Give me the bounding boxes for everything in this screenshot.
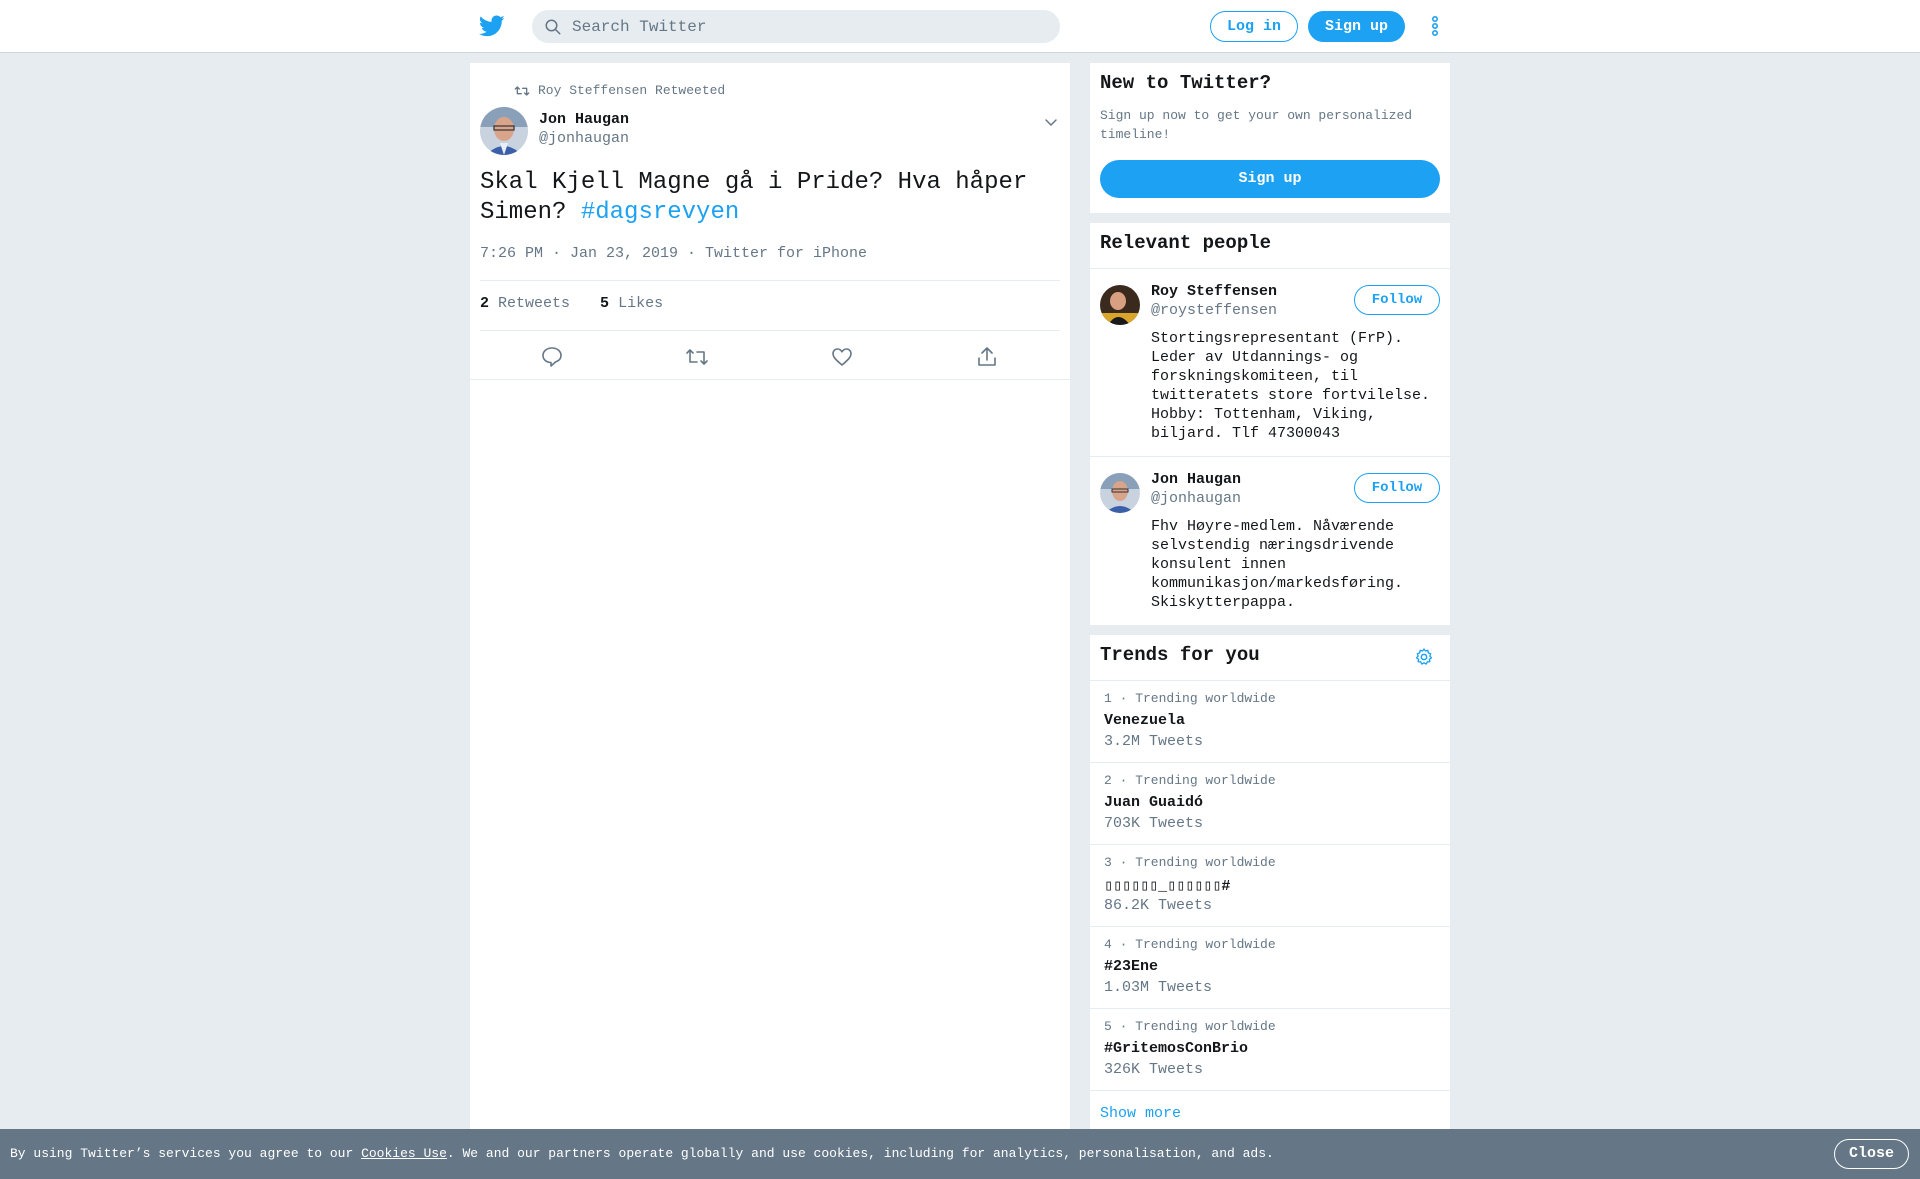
trend-count: 326K Tweets: [1104, 1061, 1204, 1078]
avatar[interactable]: [480, 107, 528, 155]
person-name[interactable]: Roy Steffensen: [1151, 283, 1277, 300]
person-card[interactable]: Roy Steffensen @roysteffensen Follow Sto…: [1090, 269, 1450, 457]
trend-rank: 3 · Trending worldwide: [1104, 855, 1276, 870]
person-name[interactable]: Jon Haugan: [1151, 471, 1241, 488]
trend-rank: 2 · Trending worldwide: [1104, 773, 1276, 788]
retweets-stat[interactable]: 2 Retweets: [480, 295, 570, 312]
person-handle[interactable]: @roysteffensen: [1151, 302, 1277, 319]
search-bar[interactable]: [532, 10, 1060, 43]
avatar[interactable]: [1100, 285, 1140, 325]
trend-item[interactable]: 4 · Trending worldwide #23Ene 1.03M Twee…: [1090, 927, 1450, 1009]
retweet-context: Roy Steffensen Retweeted: [514, 83, 725, 98]
tweet-body: Skal Kjell Magne gå i Pride? Hva håper S…: [480, 169, 1028, 226]
like-heart-icon[interactable]: [830, 345, 854, 369]
trend-count: 703K Tweets: [1104, 815, 1204, 832]
trend-item[interactable]: 2 · Trending worldwide Juan Guaidó 703K …: [1090, 763, 1450, 845]
retweeted-by-text[interactable]: Roy Steffensen Retweeted: [538, 83, 725, 98]
cookie-banner: By using Twitter’s services you agree to…: [0, 1129, 1920, 1179]
trend-item[interactable]: 3 · Trending worldwide ▯▯▯▯▯▯_▯▯▯▯▯▯# 86…: [1090, 845, 1450, 927]
signup-button-large[interactable]: Sign up: [1100, 160, 1440, 198]
trend-count: 3.2M Tweets: [1104, 733, 1204, 750]
trends-panel: Trends for you 1 · Trending worldwide Ve…: [1090, 635, 1450, 1135]
search-icon: [545, 19, 561, 35]
share-icon[interactable]: [975, 345, 999, 369]
likes-label: Likes: [618, 295, 664, 312]
trend-name[interactable]: Juan Guaidó: [1104, 794, 1203, 811]
tweet-timestamp[interactable]: 7:26 PM · Jan 23, 2019 · Twitter for iPh…: [480, 245, 867, 262]
person-handle[interactable]: @jonhaugan: [1151, 490, 1241, 507]
person-bio: Fhv Høyre-medlem. Nåværende selvstendig …: [1151, 518, 1404, 611]
top-navbar: Log in Sign up: [0, 0, 1920, 53]
cookie-message: By using Twitter’s services you agree to…: [10, 1146, 1274, 1161]
tweet-text: Skal Kjell Magne gå i Pride? Hva håper S…: [480, 168, 1050, 228]
panel-subtitle: Sign up now to get your own personalized…: [1100, 108, 1413, 142]
retweet-action-icon[interactable]: [685, 345, 709, 369]
trend-item[interactable]: 5 · Trending worldwide #GritemosConBrio …: [1090, 1009, 1450, 1091]
show-more-link[interactable]: Show more: [1100, 1105, 1181, 1122]
cookie-text-after: . We and our partners operate globally a…: [446, 1146, 1274, 1161]
trend-name[interactable]: ▯▯▯▯▯▯_▯▯▯▯▯▯#: [1104, 876, 1230, 895]
author-name[interactable]: Jon Haugan: [539, 111, 629, 128]
trend-item[interactable]: 1 · Trending worldwide Venezuela 3.2M Tw…: [1090, 681, 1450, 763]
trend-name[interactable]: Venezuela: [1104, 712, 1185, 729]
follow-button[interactable]: Follow: [1354, 473, 1440, 503]
tweet-actions: [470, 345, 1070, 375]
search-input[interactable]: [572, 10, 1042, 43]
hashtag-link[interactable]: #dagsrevyen: [581, 199, 739, 226]
login-button[interactable]: Log in: [1210, 11, 1298, 42]
person-card[interactable]: Jon Haugan @jonhaugan Follow Fhv Høyre-m…: [1090, 457, 1450, 625]
panel-title: New to Twitter?: [1100, 72, 1272, 94]
more-options-icon[interactable]: [1426, 15, 1444, 37]
reply-icon[interactable]: [540, 345, 564, 369]
author-handle[interactable]: @jonhaugan: [539, 130, 629, 147]
likes-stat[interactable]: 5 Likes: [600, 295, 663, 312]
avatar[interactable]: [1100, 473, 1140, 513]
tweet-stats: 2 Retweets 5 Likes: [480, 295, 663, 312]
trend-count: 86.2K Tweets: [1104, 897, 1213, 914]
panel-title: Relevant people: [1100, 232, 1272, 254]
person-bio: Stortingsrepresentant (FrP). Leder av Ut…: [1151, 330, 1431, 442]
divider: [470, 379, 1070, 380]
signup-button[interactable]: Sign up: [1308, 11, 1405, 42]
retweets-count: 2: [480, 295, 490, 312]
trend-name[interactable]: #GritemosConBrio: [1104, 1040, 1248, 1057]
trend-rank: 5 · Trending worldwide: [1104, 1019, 1276, 1034]
trend-rank: 4 · Trending worldwide: [1104, 937, 1276, 952]
panel-title: Trends for you: [1100, 644, 1260, 666]
tweet-detail: Roy Steffensen Retweeted Jon Haugan @jon…: [470, 63, 1070, 1179]
cookies-use-link[interactable]: Cookies Use: [361, 1146, 447, 1161]
likes-count: 5: [600, 295, 610, 312]
trend-count: 1.03M Tweets: [1104, 979, 1213, 996]
close-button[interactable]: Close: [1834, 1139, 1909, 1169]
cookie-text-before: By using Twitter’s services you agree to…: [10, 1146, 362, 1161]
trend-name[interactable]: #23Ene: [1104, 958, 1158, 975]
gear-icon[interactable]: [1414, 647, 1434, 667]
divider: [480, 330, 1060, 331]
chevron-down-icon[interactable]: [1044, 115, 1058, 129]
twitter-bird-icon[interactable]: [478, 13, 506, 39]
trend-rank: 1 · Trending worldwide: [1104, 691, 1276, 706]
retweets-label: Retweets: [498, 295, 571, 312]
retweet-icon: [514, 85, 530, 96]
new-to-twitter-panel: New to Twitter? Sign up now to get your …: [1090, 63, 1450, 213]
follow-button[interactable]: Follow: [1354, 285, 1440, 315]
divider: [480, 280, 1060, 281]
relevant-people-panel: Relevant people Roy Steffensen @roysteff…: [1090, 223, 1450, 625]
